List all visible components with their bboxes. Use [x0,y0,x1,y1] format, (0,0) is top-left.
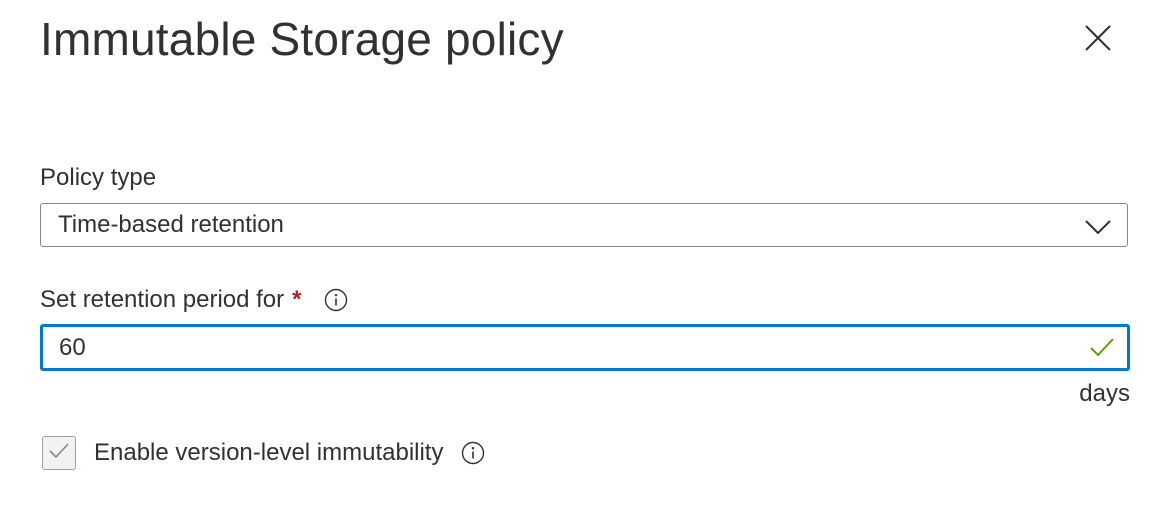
close-button[interactable] [1076,18,1120,62]
version-immutability-checkbox[interactable] [42,436,76,470]
required-indicator: * [292,286,302,313]
checkmark-icon [1089,336,1115,360]
version-immutability-row: Enable version-level immutability [42,436,485,470]
chevron-down-icon [1085,214,1111,238]
policy-type-dropdown[interactable]: Time-based retention [40,203,1128,247]
immutable-storage-policy-panel: Immutable Storage policy Policy type Tim… [0,0,1162,516]
policy-type-label: Policy type [40,164,157,191]
checkbox-check-icon [47,439,71,468]
info-icon[interactable] [324,288,348,312]
info-icon[interactable] [461,441,485,465]
retention-period-label-text: Set retention period for [40,286,285,313]
close-icon [1084,24,1112,57]
retention-period-input[interactable]: 60 [40,324,1130,371]
policy-type-selected-value: Time-based retention [58,211,284,238]
retention-period-label: Set retention period for * [40,285,348,315]
version-immutability-label: Enable version-level immutability [94,439,444,466]
retention-period-value: 60 [59,333,86,361]
retention-unit-suffix: days [1079,380,1130,407]
panel-title: Immutable Storage policy [40,13,564,65]
